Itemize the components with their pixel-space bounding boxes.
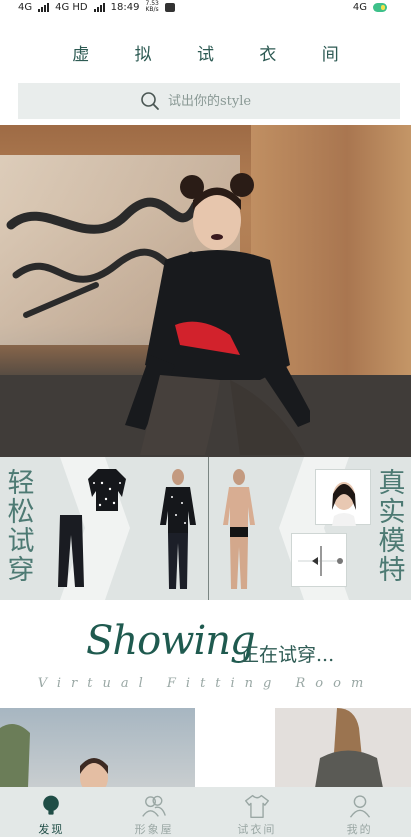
lightbulb-icon bbox=[43, 795, 60, 815]
banner-model-photo bbox=[125, 173, 310, 455]
tab-label: 发现 bbox=[38, 823, 65, 836]
body-scan-card bbox=[291, 533, 347, 587]
bottom-tab-bar: 发现 形象屋 试衣间 我的 bbox=[0, 787, 411, 837]
tab-fitting-room[interactable]: 试衣间 bbox=[206, 787, 309, 837]
storage-icon bbox=[165, 2, 176, 12]
body-scan-image bbox=[298, 546, 343, 576]
face-photo bbox=[332, 482, 356, 526]
tab-label: 试衣间 bbox=[237, 823, 277, 836]
feature-right-label: 真实模特 bbox=[378, 468, 406, 586]
feature-real-model[interactable]: 真实模特 bbox=[209, 457, 411, 600]
tab-profile[interactable]: 我的 bbox=[308, 787, 411, 837]
page-title: 虚 拟 试 衣 间 bbox=[72, 45, 359, 65]
shirt-image bbox=[88, 469, 126, 511]
signal-icon bbox=[38, 2, 50, 12]
showing-chinese: 正在试穿... bbox=[240, 644, 335, 666]
shirt-icon bbox=[244, 794, 269, 818]
base-model-image bbox=[223, 469, 255, 589]
outfit-thumbnails bbox=[0, 708, 411, 788]
tab-label: 形象屋 bbox=[134, 823, 174, 836]
face-photo-card bbox=[315, 469, 371, 526]
showing-script: Showing bbox=[86, 618, 256, 664]
status-bar: 4G 4G HD 18:49 7.53 KB/s 4G bbox=[0, 0, 411, 16]
status-left: 4G 4G HD 18:49 7.53 KB/s bbox=[18, 0, 176, 14]
outfit-photo-2 bbox=[315, 708, 383, 788]
network-left: 4G bbox=[18, 1, 33, 13]
feature-row: 轻松试穿 真实模特 bbox=[0, 457, 411, 600]
user-icon bbox=[349, 795, 370, 818]
outfit-photo-1 bbox=[0, 724, 108, 788]
feature-left-label: 轻松试穿 bbox=[7, 468, 35, 586]
users-icon bbox=[142, 795, 167, 817]
status-right: 4G bbox=[353, 0, 387, 14]
tab-discover[interactable]: 发现 bbox=[0, 787, 103, 837]
banner-carousel[interactable] bbox=[0, 125, 411, 457]
battery-icon bbox=[373, 2, 387, 12]
search-bar[interactable] bbox=[18, 83, 400, 119]
dressed-model-image bbox=[160, 469, 196, 589]
search-input[interactable] bbox=[168, 93, 278, 109]
showing-subtitle: Virtual Fitting Room bbox=[37, 676, 374, 691]
net-speed: 7.53 KB/s bbox=[145, 0, 159, 13]
showing-section: Showing 正在试穿... Virtual Fitting Room bbox=[0, 600, 411, 708]
tab-label: 我的 bbox=[346, 823, 373, 836]
network-left-2: 4G HD bbox=[55, 1, 88, 13]
tab-image-house[interactable]: 形象屋 bbox=[103, 787, 206, 837]
signal-icon-2 bbox=[93, 2, 105, 12]
outfit-card-2[interactable] bbox=[275, 708, 411, 788]
network-right: 4G bbox=[352, 1, 367, 13]
status-time: 18:49 bbox=[110, 1, 140, 13]
pants-image bbox=[58, 515, 84, 587]
outfit-card-1[interactable] bbox=[0, 708, 195, 788]
search-icon bbox=[141, 92, 159, 110]
feature-easy-try-on[interactable]: 轻松试穿 bbox=[0, 457, 209, 600]
